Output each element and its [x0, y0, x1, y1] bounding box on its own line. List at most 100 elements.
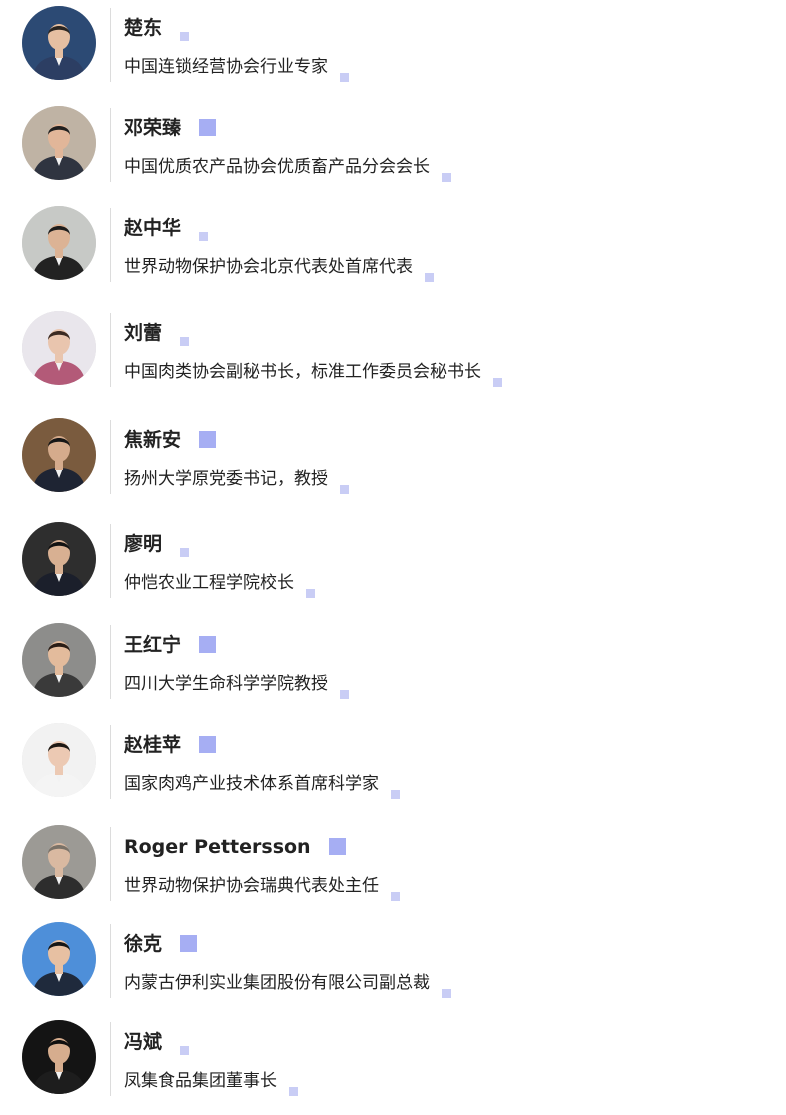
speaker-item: 楚东中国连锁经营协会行业专家 [0, 6, 786, 96]
speaker-name-text: 王红宁 [124, 634, 182, 656]
speaker-name: 赵桂苹 [124, 731, 217, 759]
speaker-name: 邓荣臻 [124, 114, 217, 142]
decor-square [328, 838, 346, 855]
speaker-title-text: 四川大学生命科学学院教授 [124, 674, 328, 694]
speaker-title-text: 世界动物保护协会北京代表处首席代表 [124, 257, 413, 277]
portrait-icon [22, 418, 96, 492]
speaker-name-text: 冯斌 [124, 1031, 163, 1053]
speaker-avatar [22, 418, 96, 492]
portrait-icon [22, 1020, 96, 1094]
speaker-name: 廖明 [124, 530, 190, 558]
speaker-title: 四川大学生命科学学院教授 [124, 672, 349, 699]
speaker-item: 徐克内蒙古伊利实业集团股份有限公司副总裁 [0, 922, 786, 1012]
portrait-icon [22, 6, 96, 80]
speaker-name: 冯斌 [124, 1028, 190, 1056]
speaker-title-text: 国家肉鸡产业技术体系首席科学家 [124, 774, 379, 794]
divider [110, 524, 111, 598]
speaker-title-text: 凤集食品集团董事长 [124, 1071, 277, 1091]
speaker-name: Roger Pettersson [124, 833, 346, 861]
decor-square [340, 484, 349, 494]
divider [110, 924, 111, 998]
decor-square [340, 72, 349, 82]
speaker-name: 徐克 [124, 930, 198, 958]
decor-square [391, 789, 400, 799]
decor-square [493, 377, 502, 387]
divider [110, 108, 111, 182]
speaker-name: 焦新安 [124, 426, 217, 454]
speaker-title-text: 扬州大学原党委书记，教授 [124, 469, 328, 489]
speaker-item: 焦新安扬州大学原党委书记，教授 [0, 418, 786, 508]
speaker-title: 世界动物保护协会瑞典代表处主任 [124, 874, 400, 901]
decor-square [180, 1046, 190, 1055]
speaker-name-text: 廖明 [124, 533, 163, 555]
speaker-avatar [22, 1020, 96, 1094]
speaker-avatar [22, 206, 96, 280]
speaker-item: 冯斌凤集食品集团董事长 [0, 1020, 786, 1110]
portrait-icon [22, 723, 96, 797]
speaker-title: 扬州大学原党委书记，教授 [124, 467, 349, 494]
speaker-avatar [22, 825, 96, 899]
speaker-name-text: 赵桂苹 [124, 734, 182, 756]
speaker-name: 楚东 [124, 14, 190, 42]
divider [110, 725, 111, 799]
speaker-item: 廖明仲恺农业工程学院校长 [0, 522, 786, 612]
speaker-title: 中国肉类协会副秘书长，标准工作委员会秘书长 [124, 360, 502, 387]
speaker-avatar [22, 6, 96, 80]
speaker-title-text: 内蒙古伊利实业集团股份有限公司副总裁 [124, 973, 430, 993]
portrait-icon [22, 522, 96, 596]
speaker-title: 仲恺农业工程学院校长 [124, 571, 315, 598]
divider [110, 1022, 111, 1096]
divider [110, 208, 111, 282]
speaker-name-text: 焦新安 [124, 429, 182, 451]
decor-square [180, 337, 190, 346]
speaker-title: 内蒙古伊利实业集团股份有限公司副总裁 [124, 971, 451, 998]
divider [110, 827, 111, 901]
speaker-avatar [22, 522, 96, 596]
speaker-title: 国家肉鸡产业技术体系首席科学家 [124, 772, 400, 799]
decor-square [180, 548, 190, 557]
speaker-item: Roger Pettersson 世界动物保护协会瑞典代表处主任 [0, 825, 786, 915]
decor-square [391, 891, 400, 901]
speaker-title: 世界动物保护协会北京代表处首席代表 [124, 255, 434, 282]
decor-square [199, 232, 209, 241]
speaker-name: 赵中华 [124, 214, 209, 242]
speaker-title-text: 仲恺农业工程学院校长 [124, 573, 294, 593]
speaker-title: 中国连锁经营协会行业专家 [124, 55, 349, 82]
decor-square [425, 272, 434, 282]
speaker-name-text: 徐克 [124, 933, 163, 955]
speaker-name-text: 刘蕾 [124, 322, 163, 344]
speaker-title-text: 中国肉类协会副秘书长，标准工作委员会秘书长 [124, 362, 481, 382]
speaker-title-text: 中国优质农产品协会优质畜产品分会会长 [124, 157, 430, 177]
decor-square [180, 32, 190, 41]
speaker-name: 刘蕾 [124, 319, 190, 347]
speaker-item: 赵桂苹国家肉鸡产业技术体系首席科学家 [0, 723, 786, 813]
speaker-name-text: 赵中华 [124, 217, 182, 239]
speaker-title-text: 世界动物保护协会瑞典代表处主任 [124, 876, 379, 896]
decor-square [199, 636, 217, 653]
speaker-title: 中国优质农产品协会优质畜产品分会会长 [124, 155, 451, 182]
speaker-name: 王红宁 [124, 631, 217, 659]
speaker-item: 王红宁四川大学生命科学学院教授 [0, 623, 786, 713]
decor-square [442, 172, 451, 182]
portrait-icon [22, 623, 96, 697]
speaker-title-text: 中国连锁经营协会行业专家 [124, 57, 328, 77]
speaker-title: 凤集食品集团董事长 [124, 1069, 298, 1096]
portrait-icon [22, 311, 96, 385]
decor-square [340, 689, 349, 699]
speaker-avatar [22, 723, 96, 797]
portrait-icon [22, 825, 96, 899]
divider [110, 313, 111, 387]
portrait-icon [22, 206, 96, 280]
speaker-name-text: 邓荣臻 [124, 117, 182, 139]
divider [110, 8, 111, 82]
divider [110, 625, 111, 699]
portrait-icon [22, 106, 96, 180]
decor-square [180, 935, 198, 952]
speaker-item: 赵中华世界动物保护协会北京代表处首席代表 [0, 206, 786, 296]
decor-square [289, 1086, 298, 1096]
decor-square [199, 736, 217, 753]
speaker-avatar [22, 311, 96, 385]
divider [110, 420, 111, 494]
portrait-icon [22, 922, 96, 996]
speaker-avatar [22, 106, 96, 180]
